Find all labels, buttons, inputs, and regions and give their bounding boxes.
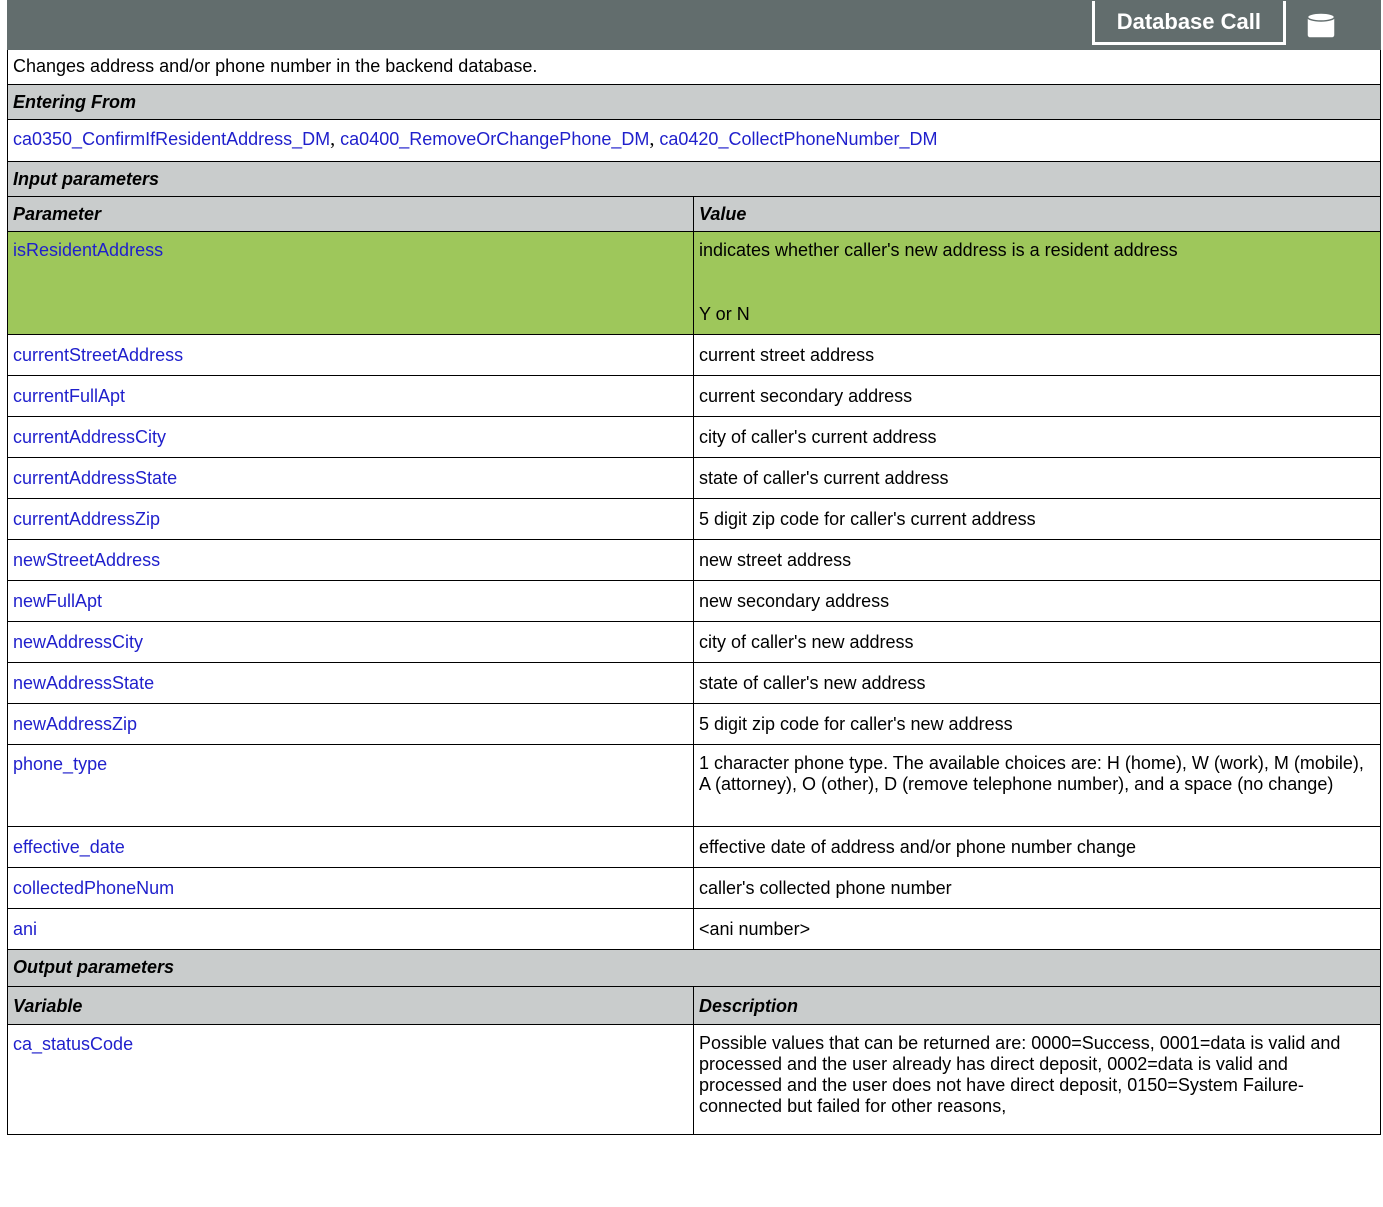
table-row: currentAddressState state of caller's cu… (7, 457, 1381, 499)
output-parameters-label: Output parameters (7, 949, 1381, 987)
param-value: 5 digit zip code for caller's new addres… (693, 703, 1381, 745)
output-parameters-header: Output parameters (7, 949, 1381, 987)
link-separator: , (649, 128, 655, 150)
param-link[interactable]: newStreetAddress (13, 550, 160, 570)
header-title: Database Call (1116, 9, 1261, 34)
param-link[interactable]: newAddressZip (13, 714, 137, 734)
input-parameters-label: Input parameters (7, 161, 1381, 197)
table-row: effective_date effective date of address… (7, 826, 1381, 868)
param-value: <ani number> (693, 908, 1381, 950)
table-row: currentStreetAddress current street addr… (7, 334, 1381, 376)
param-link[interactable]: collectedPhoneNum (13, 878, 174, 898)
table-row: collectedPhoneNum caller's collected pho… (7, 867, 1381, 909)
table-row: newAddressCity city of caller's new addr… (7, 621, 1381, 663)
table-row: ca_statusCode Possible values that can b… (7, 1024, 1381, 1135)
entering-from-link-ca0350[interactable]: ca0350_ConfirmIfResidentAddress_DM (13, 129, 330, 149)
param-value: caller's collected phone number (693, 867, 1381, 909)
param-value: city of caller's new address (693, 621, 1381, 663)
param-link[interactable]: currentStreetAddress (13, 345, 183, 365)
table-row: isResidentAddress indicates whether call… (7, 231, 1381, 335)
entering-from-label: Entering From (7, 84, 1381, 120)
column-header-value: Value (693, 196, 1381, 232)
link-separator: , (330, 128, 336, 150)
param-value: current street address (693, 334, 1381, 376)
param-link[interactable]: ca_statusCode (13, 1034, 133, 1054)
entering-from-header: Entering From (7, 84, 1381, 120)
param-link[interactable]: ani (13, 919, 37, 939)
param-link[interactable]: newAddressCity (13, 632, 143, 652)
param-link[interactable]: phone_type (13, 754, 107, 774)
param-link[interactable]: newAddressState (13, 673, 154, 693)
param-value: new secondary address (693, 580, 1381, 622)
table-row: newAddressZip 5 digit zip code for calle… (7, 703, 1381, 745)
param-value: city of caller's current address (693, 416, 1381, 458)
param-link[interactable]: currentAddressZip (13, 509, 160, 529)
param-value: state of caller's current address (693, 457, 1381, 499)
param-link[interactable]: isResidentAddress (13, 240, 163, 260)
header-row: Database Call (7, 0, 1381, 50)
entering-from-links-row: ca0350_ConfirmIfResidentAddress_DM, ca04… (7, 119, 1381, 162)
table-row: newStreetAddress new street address (7, 539, 1381, 581)
table-row: currentAddressZip 5 digit zip code for c… (7, 498, 1381, 540)
column-header-parameter: Parameter (7, 196, 694, 232)
param-value: 5 digit zip code for caller's current ad… (693, 498, 1381, 540)
param-link[interactable]: newFullApt (13, 591, 102, 611)
description-text: Changes address and/or phone number in t… (7, 49, 1381, 85)
database-icon (1306, 12, 1336, 45)
param-value: new street address (693, 539, 1381, 581)
database-call-table: Database Call Changes address and/or pho… (7, 0, 1381, 1135)
param-link[interactable]: currentFullApt (13, 386, 125, 406)
param-value: current secondary address (693, 375, 1381, 417)
input-parameters-header: Input parameters (7, 161, 1381, 197)
table-row: newAddressState state of caller's new ad… (7, 662, 1381, 704)
param-value: effective date of address and/or phone n… (693, 826, 1381, 868)
table-row: currentFullApt current secondary address (7, 375, 1381, 417)
param-link[interactable]: currentAddressCity (13, 427, 166, 447)
description-row: Changes address and/or phone number in t… (7, 49, 1381, 85)
param-value: indicates whether caller's new address i… (699, 240, 1178, 260)
param-link[interactable]: effective_date (13, 837, 125, 857)
output-column-headers: Variable Description (7, 986, 1381, 1025)
table-row: ani <ani number> (7, 908, 1381, 950)
input-column-headers: Parameter Value (7, 196, 1381, 232)
param-value: Possible values that can be returned are… (693, 1024, 1381, 1135)
entering-from-link-ca0400[interactable]: ca0400_RemoveOrChangePhone_DM (340, 129, 649, 149)
table-row: phone_type 1 character phone type. The a… (7, 744, 1381, 827)
document-page: Database Call Changes address and/or pho… (0, 0, 1383, 1207)
table-row: currentAddressCity city of caller's curr… (7, 416, 1381, 458)
table-row: newFullApt new secondary address (7, 580, 1381, 622)
entering-from-link-ca0420[interactable]: ca0420_CollectPhoneNumber_DM (659, 129, 937, 149)
column-header-variable: Variable (7, 986, 694, 1025)
param-value: state of caller's new address (693, 662, 1381, 704)
param-value: 1 character phone type. The available ch… (693, 744, 1381, 827)
column-header-description: Description (693, 986, 1381, 1025)
param-link[interactable]: currentAddressState (13, 468, 177, 488)
param-value-options: Y or N (699, 304, 750, 324)
